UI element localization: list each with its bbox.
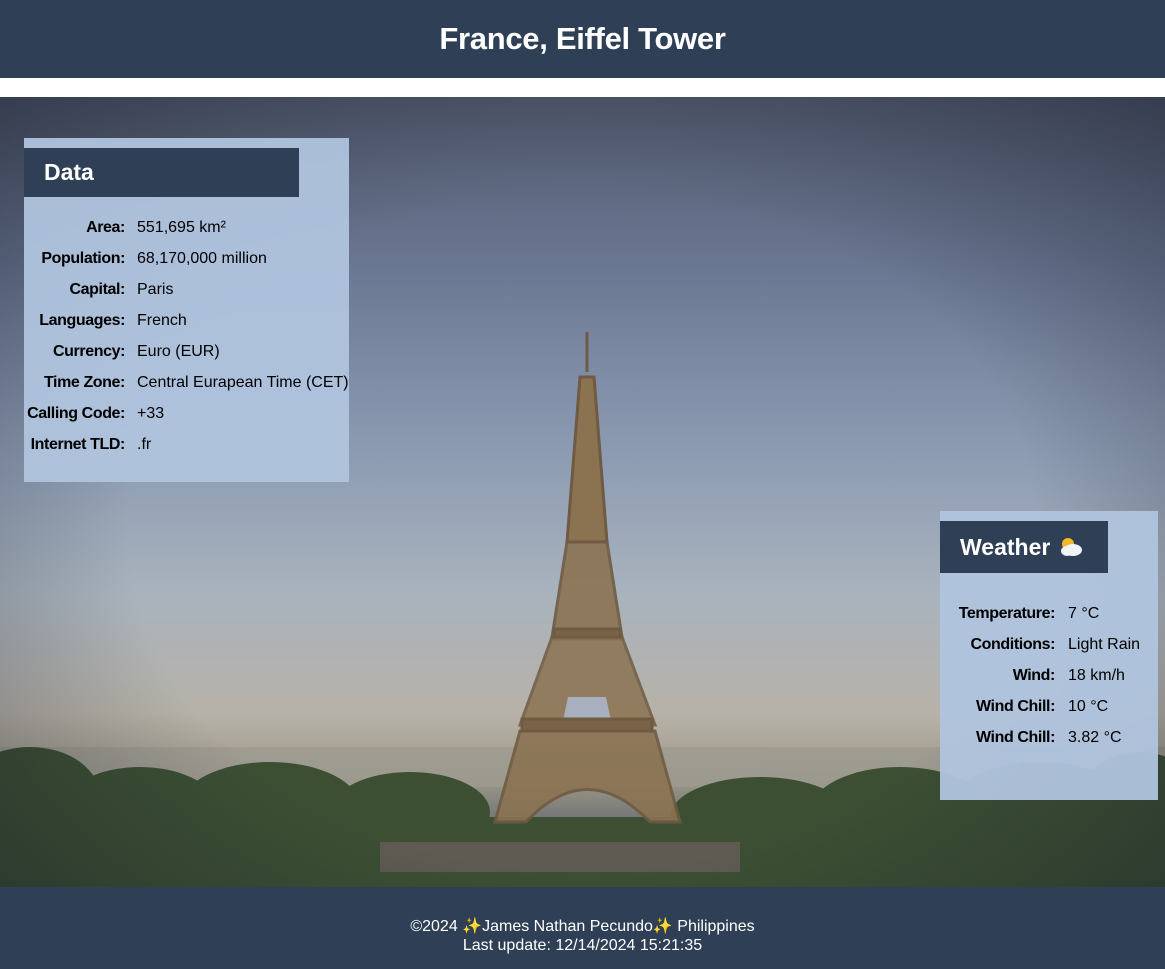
weather-value: 18 km/h — [1068, 667, 1125, 684]
sun-behind-cloud-icon — [1058, 536, 1084, 558]
country-text: Philippines — [677, 918, 755, 935]
copyright-text: ©2024 — [410, 918, 458, 935]
last-update-value: 12/14/2024 15:21:35 — [555, 937, 703, 954]
sparkles-icon: ✨ — [652, 918, 673, 935]
weather-value: 7 °C — [1068, 605, 1100, 622]
data-value: Euro (EUR) — [137, 343, 220, 360]
last-update-label: Last update: — [462, 937, 551, 954]
weather-panel-heading: Weather — [940, 521, 1108, 573]
data-label: Currency: — [53, 343, 125, 360]
data-value: 551,695 km² — [137, 219, 226, 236]
weather-label: Wind Chill: — [976, 729, 1055, 746]
data-value: French — [137, 312, 187, 329]
weather-label: Conditions: — [970, 636, 1056, 653]
weather-label: Wind: — [1012, 667, 1056, 684]
weather-panel-title: Weather — [960, 533, 1051, 560]
page-footer: ©2024 ✨James Nathan Pecundo✨ Philippines… — [0, 887, 1165, 969]
data-label: Languages: — [39, 312, 125, 329]
weather-value: Light Rain — [1068, 636, 1141, 653]
page-header: France, Eiffel Tower — [0, 0, 1165, 78]
weather-label: Wind Chill: — [976, 698, 1055, 715]
data-panel: Data Area: 551,695 km² Population: 68,170,0… — [24, 138, 349, 482]
last-update: Last update: 12/14/2024 15:21:35 — [0, 936, 1165, 955]
data-value: 68,170,000 million — [137, 250, 267, 267]
data-label: Calling Code: — [27, 405, 125, 422]
weather-value: 3.82 °C — [1068, 729, 1122, 746]
data-value: .fr — [137, 436, 152, 453]
footer-credit: ©2024 ✨James Nathan Pecundo✨ Philippines — [0, 917, 1165, 936]
page-title: France, Eiffel Tower — [439, 21, 726, 56]
data-label: Population: — [41, 250, 125, 267]
data-panel-heading: Data — [24, 148, 299, 197]
weather-label: Temperature: — [958, 605, 1056, 622]
weather-value: 10 °C — [1068, 698, 1109, 715]
data-label: Area: — [86, 219, 125, 236]
data-value: Central Eurapean Time (CET) — [137, 374, 349, 391]
data-value: +33 — [137, 405, 165, 422]
weather-panel: Weather Temperature: 7 °C Conditions: Light… — [940, 511, 1158, 800]
data-label: Internet TLD: — [30, 436, 126, 453]
data-label: Capital: — [69, 281, 126, 298]
author-name: James Nathan Pecundo — [482, 918, 653, 935]
sparkles-icon: ✨ — [462, 918, 483, 935]
data-label: Time Zone: — [43, 374, 125, 391]
data-panel-title: Data — [44, 159, 94, 185]
data-value: Paris — [137, 281, 174, 298]
